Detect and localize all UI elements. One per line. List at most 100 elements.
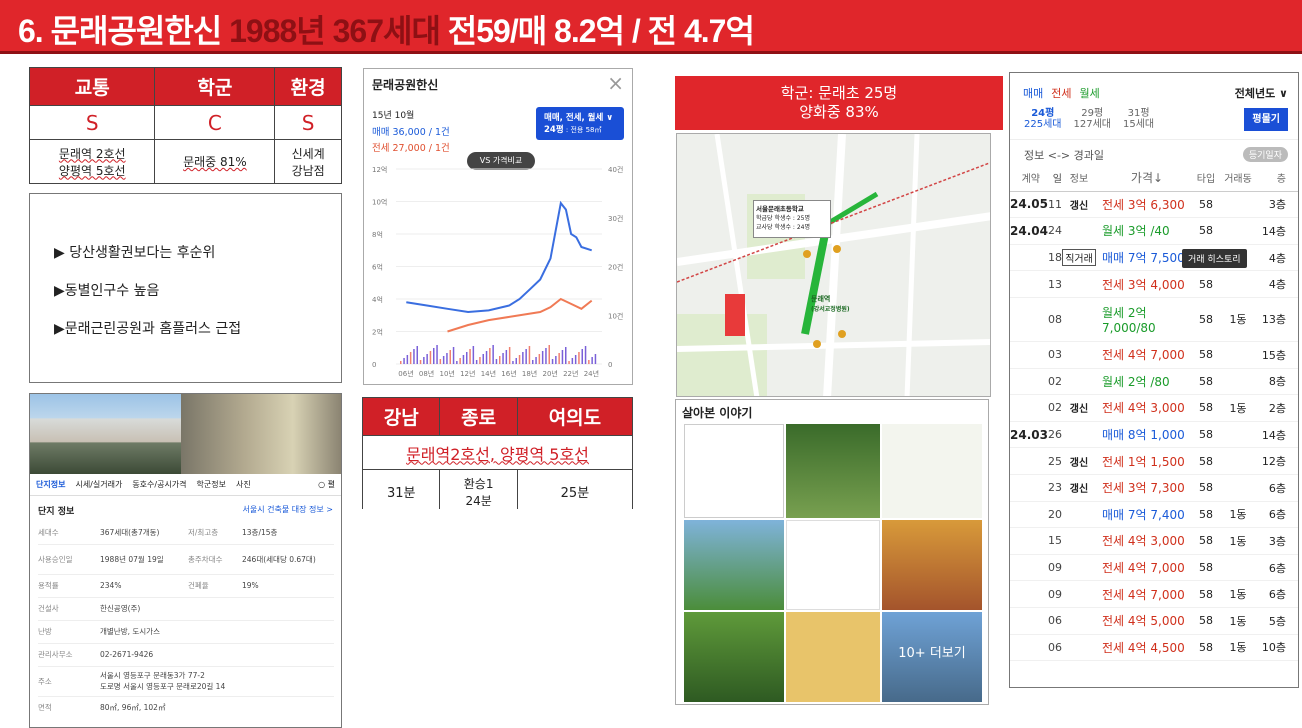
story-thumb-7[interactable] <box>684 612 784 702</box>
size-24[interactable]: 24평 225세대 <box>1024 108 1062 139</box>
story-thumb-4[interactable] <box>684 520 784 610</box>
table-row[interactable]: 24.03 26 매매 8억 1,000 58 14층 <box>1010 422 1298 449</box>
volume-bar <box>423 357 425 364</box>
volume-bar <box>578 352 580 364</box>
tab-complex-info[interactable]: 단지정보 <box>36 479 65 490</box>
station-label: 문래역 (강서교정병원) <box>811 295 850 313</box>
table-row[interactable]: 02 월세 2억 /80 58 8층 <box>1010 369 1298 396</box>
volume-bar <box>439 359 442 364</box>
volume-bar <box>433 348 435 364</box>
y2-tick-label: 0 <box>608 361 612 369</box>
complex-tabs: 단지정보 시세/실거래가 동호수/공시가격 학군정보 사진 ○ 펼 <box>30 474 341 496</box>
volume-bar <box>558 353 560 364</box>
volume-bar <box>462 355 465 364</box>
table-row[interactable]: 09 전세 4억 7,000 58 6층 <box>1010 555 1298 582</box>
volume-bar <box>466 352 468 364</box>
bullet-1: ▶ 당산생활권보다는 후순위 <box>54 245 216 261</box>
table-row[interactable]: 23 갱신 전세 3억 7,300 58 6층 <box>1010 475 1298 502</box>
table-row[interactable]: 08 월세 2억 7,000/80 58 1동 13층 <box>1010 298 1298 342</box>
volume-bar <box>469 349 471 364</box>
building-registry-link[interactable]: 서울시 건축물 대장 정보 > <box>243 504 333 517</box>
tab-photo[interactable]: 사진 <box>236 479 251 490</box>
entrance-photo <box>181 394 341 474</box>
tab-jeonse[interactable]: 전세 <box>1051 85 1071 101</box>
env-note: 신세계 강남점 <box>274 139 342 184</box>
story-thumb-6[interactable] <box>882 520 982 610</box>
commute-time-jongno: 환승1 24분 <box>439 469 518 509</box>
story-thumb-8[interactable] <box>786 612 880 702</box>
volume-bar <box>545 348 547 364</box>
grade-table: 교통 학군 환경 SCS 문래역 2호선 양평역 5호선 문래중 81% 신세계 강남점 <box>29 67 342 184</box>
table-row[interactable]: 09 전세 4억 7,000 58 1동 6층 <box>1010 581 1298 608</box>
x-tick-label: 06년 <box>398 369 413 378</box>
series-line <box>447 297 593 333</box>
volume-bar <box>472 346 475 364</box>
volume-bar <box>548 345 550 364</box>
volume-bar <box>541 351 544 364</box>
tab-sale[interactable]: 매매 <box>1023 85 1043 101</box>
volume-bar <box>429 351 432 364</box>
table-row[interactable]: 06 전세 4억 4,500 58 1동 10층 <box>1010 635 1298 662</box>
volume-bar <box>413 349 415 364</box>
school-map[interactable]: 서울문래초등학교 학급당 학생수 : 25명 교사당 학생수 : 24명 문래역… <box>676 133 991 397</box>
volume-bar <box>482 354 484 364</box>
table-row[interactable]: 06 전세 4억 5,000 58 1동 5층 <box>1010 608 1298 635</box>
size-31[interactable]: 31평 15세대 <box>1123 108 1154 139</box>
bullet-3: ▶문래근린공원과 홈플러스 근접 <box>54 321 242 337</box>
volume-bar <box>508 347 511 364</box>
grade-header-env: 환경 <box>274 67 342 106</box>
bullet-2: ▶동별인구수 높음 <box>54 283 160 299</box>
volume-bar <box>505 350 508 364</box>
traffic-note: 문래역 2호선 양평역 5호선 <box>29 139 156 184</box>
tab-school[interactable]: 학군정보 <box>197 479 226 490</box>
registry-date-button[interactable]: 등기일자 <box>1242 147 1288 162</box>
tab-wolse[interactable]: 월세 <box>1080 85 1100 101</box>
volume-bar <box>456 361 458 364</box>
complex-section-title: 단지 정보 <box>38 507 75 517</box>
commute-time-yeouido: 25분 <box>516 469 633 509</box>
x-tick-label: 22년 <box>563 369 578 378</box>
table-row[interactable]: 13 전세 3억 4,000 58 4층 <box>1010 271 1298 298</box>
volume-bar <box>492 345 494 364</box>
y2-tick-label: 30건 <box>608 214 623 223</box>
y-tick-label: 2억 <box>372 329 383 337</box>
story-thumb-2[interactable] <box>786 424 880 518</box>
volume-bar <box>525 349 527 364</box>
volume-bar <box>535 357 537 364</box>
list-header: 계약 일 정보 가격↓ 타입 거래동 층 <box>1010 165 1298 192</box>
story-panel: 살아본 이야기 10+ 더보기 <box>675 399 989 705</box>
school-popup: 서울문래초등학교 학급당 학생수 : 25명 교사당 학생수 : 24명 <box>753 200 831 238</box>
x-tick-label: 16년 <box>501 369 516 378</box>
info-toggle[interactable]: 정보 <-> 경과일 <box>1024 147 1104 163</box>
title-bar: 6. 문래공원한신 1988년 367세대 전59/매 8.2억 / 전 4.7… <box>0 0 1302 54</box>
tooltip: 거래 히스토리 <box>1182 249 1247 268</box>
story-thumb-5[interactable] <box>786 520 880 610</box>
table-row[interactable]: 20 매매 7억 7,400 58 1동 6층 <box>1010 502 1298 529</box>
table-row[interactable]: 24.04 24 월세 3억 /40 58 14층 <box>1010 218 1298 245</box>
table-row[interactable]: 02 갱신 전세 4억 3,000 58 1동 2층 <box>1010 395 1298 422</box>
x-tick-label: 18년 <box>522 369 537 378</box>
x-tick-label: 08년 <box>419 369 434 378</box>
tab-price[interactable]: 시세/실거래가 <box>75 479 122 490</box>
table-row[interactable]: 03 전세 4억 7,000 58 15층 <box>1010 342 1298 369</box>
table-row[interactable]: 15 전세 4억 3,000 58 1동 3층 <box>1010 528 1298 555</box>
list-body: 24.05 11 갱신 전세 3억 6,300 58 3층 24.04 24 월세 3억 /40… <box>1010 192 1298 662</box>
volume-bar <box>419 360 422 364</box>
table-row[interactable]: 18직거래매매 7억 7,500584층 <box>1010 245 1298 272</box>
table-row[interactable]: 25 갱신 전세 1억 1,500 58 12층 <box>1010 448 1298 475</box>
expand-button[interactable]: ○ 펼 <box>318 479 335 490</box>
more-button[interactable]: 10+ 더보기 <box>882 612 982 702</box>
story-thumb-3[interactable] <box>882 424 982 518</box>
tab-unit[interactable]: 동호수/공시가격 <box>132 479 186 490</box>
volume-bar <box>561 350 564 364</box>
size-29[interactable]: 29평 127세대 <box>1074 108 1112 139</box>
story-thumb-1[interactable] <box>684 424 784 518</box>
size-select-button[interactable]: 평몰기 <box>1244 108 1288 131</box>
volume-bar <box>518 355 521 364</box>
volume-bar <box>538 354 541 364</box>
volume-bar <box>499 356 501 364</box>
year-select[interactable]: 전체년도 ∨ <box>1235 85 1288 101</box>
table-row[interactable]: 24.05 11 갱신 전세 3억 6,300 58 3층 <box>1010 192 1298 219</box>
volume-bar <box>532 360 534 364</box>
y2-tick-label: 10건 <box>608 311 623 320</box>
